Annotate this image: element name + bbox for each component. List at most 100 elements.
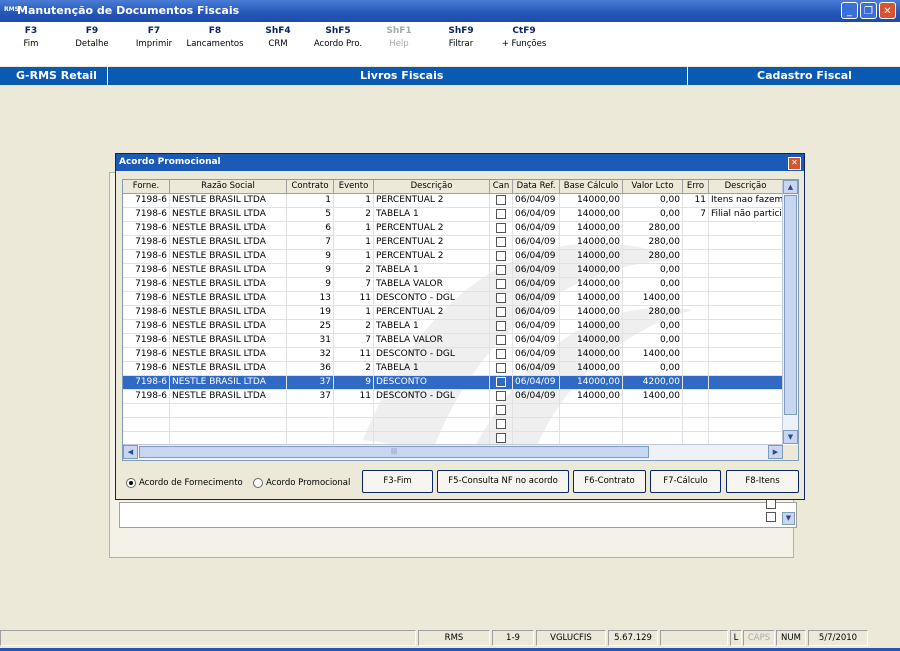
can-checkbox[interactable] [496, 376, 506, 387]
column-header[interactable]: Descrição [374, 180, 490, 194]
cell-descricao: PERCENTUAL 2 [374, 306, 490, 320]
cell-can[interactable] [490, 306, 513, 320]
checkbox[interactable] [766, 499, 776, 509]
f6-contrato-button[interactable]: F6-Contrato [573, 470, 646, 493]
table-row[interactable]: 7198-6 NESTLE BRASIL LTDA 19 1 PERCENTUAL 2 0… [123, 306, 783, 320]
horizontal-scroll-thumb[interactable]: ||| [139, 446, 649, 458]
empty-table-row[interactable] [123, 418, 783, 432]
table-row[interactable]: 7198-6 NESTLE BRASIL LTDA 37 9 DESCONTO 06/04… [123, 376, 783, 390]
f3-fim-button[interactable]: F3-Fim [362, 470, 433, 493]
column-header[interactable]: Data Ref. [513, 180, 560, 194]
cell-can[interactable] [490, 320, 513, 334]
cell-can[interactable] [490, 376, 513, 390]
column-header[interactable]: Contrato [287, 180, 334, 194]
radio-acordo-promocional[interactable]: Acordo Promocional [253, 478, 350, 488]
horizontal-scrollbar[interactable]: ◀ ||| ▶ [123, 444, 783, 460]
column-header[interactable]: Base Cálculo [560, 180, 623, 194]
cell-can[interactable] [490, 194, 513, 208]
can-checkbox[interactable] [496, 390, 506, 401]
cell-can[interactable] [490, 418, 513, 432]
maximize-button[interactable]: ❐ [860, 2, 877, 19]
can-checkbox[interactable] [496, 264, 506, 275]
cell-can[interactable] [490, 278, 513, 292]
column-header[interactable]: Forne. [123, 180, 170, 194]
table-row[interactable]: 7198-6 NESTLE BRASIL LTDA 6 1 PERCENTUAL 2 06… [123, 222, 783, 236]
table-row[interactable]: 7198-6 NESTLE BRASIL LTDA 1 1 PERCENTUAL 2 06… [123, 194, 783, 208]
column-header[interactable]: Valor Lcto [623, 180, 683, 194]
table-row[interactable]: 7198-6 NESTLE BRASIL LTDA 31 7 TABELA VALOR 0… [123, 334, 783, 348]
dialog-close-icon[interactable]: ✕ [788, 157, 801, 170]
toolbar-fim-button[interactable]: F3 Fim [20, 26, 42, 49]
column-header[interactable]: Evento [334, 180, 374, 194]
vertical-scrollbar[interactable]: ▲ ▼ [782, 180, 798, 444]
can-checkbox[interactable] [496, 250, 506, 261]
can-checkbox[interactable] [496, 194, 506, 205]
toolbar-imprimir-button[interactable]: F7 Imprimir [132, 26, 176, 49]
column-header[interactable]: Razão Social [170, 180, 287, 194]
acordo-grid[interactable]: Forne. Razão Social Contrato Evento Desc… [122, 179, 799, 461]
can-checkbox[interactable] [496, 208, 506, 219]
close-button[interactable]: ✕ [879, 2, 896, 19]
scroll-up-icon[interactable]: ▲ [783, 180, 798, 194]
cell-can[interactable] [490, 222, 513, 236]
toolbar-detalhe-button[interactable]: F9 Detalhe [70, 26, 114, 49]
cell-can[interactable] [490, 362, 513, 376]
column-header[interactable]: Descrição [709, 180, 783, 194]
cell-can[interactable] [490, 334, 513, 348]
scroll-down-icon[interactable]: ▼ [782, 512, 795, 525]
minimize-button[interactable]: _ [841, 2, 858, 19]
table-row[interactable]: 7198-6 NESTLE BRASIL LTDA 13 11 DESCONTO - D… [123, 292, 783, 306]
checkbox[interactable] [766, 512, 776, 522]
toolbar-filtrar-button[interactable]: ShF9 Filtrar [441, 26, 481, 49]
column-header[interactable]: Erro [683, 180, 709, 194]
toolbar-lancamentos-button[interactable]: F8 Lancamentos [183, 26, 247, 49]
can-checkbox[interactable] [496, 320, 506, 331]
scroll-left-icon[interactable]: ◀ [123, 445, 138, 459]
can-checkbox[interactable] [496, 236, 506, 247]
scroll-down-icon[interactable]: ▼ [783, 430, 798, 444]
can-checkbox[interactable] [496, 404, 506, 415]
can-checkbox[interactable] [496, 292, 506, 303]
toolbar-crm-button[interactable]: ShF4 CRM [260, 26, 296, 49]
cell-can[interactable] [490, 236, 513, 250]
table-row[interactable]: 7198-6 NESTLE BRASIL LTDA 9 1 PERCENTUAL 2 06… [123, 250, 783, 264]
cell-erro [683, 222, 709, 236]
can-checkbox[interactable] [496, 278, 506, 289]
table-row[interactable]: 7198-6 NESTLE BRASIL LTDA 7 1 PERCENTUAL 2 06… [123, 236, 783, 250]
can-checkbox[interactable] [496, 306, 506, 317]
cell-can[interactable] [490, 250, 513, 264]
table-row[interactable]: 7198-6 NESTLE BRASIL LTDA 9 2 TABELA 1 06/04/… [123, 264, 783, 278]
cell-razao-social: NESTLE BRASIL LTDA [170, 334, 287, 348]
scroll-right-icon[interactable]: ▶ [768, 445, 783, 459]
table-row[interactable]: 7198-6 NESTLE BRASIL LTDA 9 7 TABELA VALOR 06… [123, 278, 783, 292]
cell-can[interactable] [490, 404, 513, 418]
cell-can[interactable] [490, 348, 513, 362]
table-row[interactable]: 7198-6 NESTLE BRASIL LTDA 25 2 TABELA 1 06/04… [123, 320, 783, 334]
column-header[interactable]: Can [490, 180, 513, 194]
f7-calculo-button[interactable]: F7-Cálculo [650, 470, 721, 493]
empty-table-row[interactable] [123, 404, 783, 418]
toolbar-acordo-button[interactable]: ShF5 Acordo Pro. [308, 26, 368, 49]
radio-acordo-fornecimento[interactable]: Acordo de Fornecimento [126, 478, 243, 488]
toolbar-funcoes-button[interactable]: CtF9 + Funções [496, 26, 552, 49]
can-checkbox[interactable] [496, 418, 506, 429]
radio-unselected-icon[interactable] [253, 478, 263, 488]
can-checkbox[interactable] [496, 334, 506, 345]
cell-can[interactable] [490, 390, 513, 404]
vertical-scroll-thumb[interactable] [784, 195, 797, 415]
cell-can[interactable] [490, 292, 513, 306]
table-row[interactable]: 7198-6 NESTLE BRASIL LTDA 37 11 DESCONTO - D… [123, 390, 783, 404]
f8-itens-button[interactable]: F8-Itens [726, 470, 799, 493]
cell-can[interactable] [490, 264, 513, 278]
f5-consulta-nf-button[interactable]: F5-Consulta NF no acordo [437, 470, 569, 493]
can-checkbox[interactable] [496, 362, 506, 373]
can-checkbox[interactable] [496, 432, 506, 443]
table-row[interactable]: 7198-6 NESTLE BRASIL LTDA 32 11 DESCONTO - D… [123, 348, 783, 362]
cell-evento: 2 [334, 208, 374, 222]
can-checkbox[interactable] [496, 348, 506, 359]
table-row[interactable]: 7198-6 NESTLE BRASIL LTDA 5 2 TABELA 1 06/04/… [123, 208, 783, 222]
table-row[interactable]: 7198-6 NESTLE BRASIL LTDA 36 2 TABELA 1 06/04… [123, 362, 783, 376]
can-checkbox[interactable] [496, 222, 506, 233]
cell-can[interactable] [490, 208, 513, 222]
radio-selected-icon[interactable] [126, 478, 136, 488]
